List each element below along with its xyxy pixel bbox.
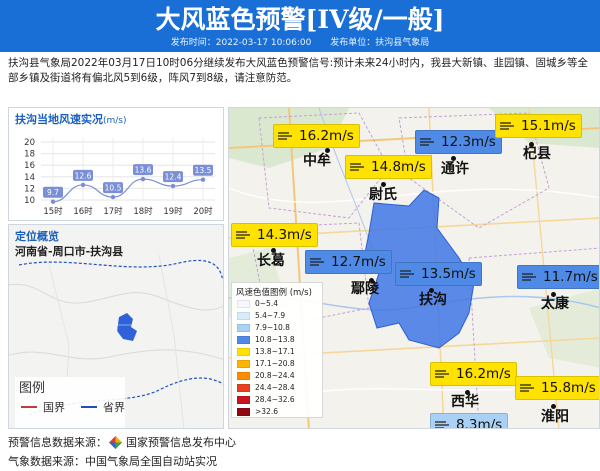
wind-icon bbox=[236, 231, 250, 239]
x-tick-label: 16时 bbox=[73, 206, 93, 217]
y-tick-label: 12 bbox=[24, 184, 35, 194]
red-line-icon bbox=[21, 406, 37, 408]
wind-icon bbox=[400, 270, 414, 278]
wind-legend-item: 0~5.4 bbox=[237, 299, 278, 308]
locate-panel: 定位概览 河南省-周口市-扶沟县 图例 国界 省界 bbox=[8, 224, 224, 429]
wind-icon bbox=[520, 384, 534, 392]
warning-center-logo-icon bbox=[109, 435, 122, 449]
wind-badge-taikang[interactable]: 11.7m/s bbox=[517, 265, 599, 289]
weather-source-line: 气象数据来源：中国气象局全国自动站实况 bbox=[8, 455, 217, 468]
wind-point bbox=[80, 182, 86, 188]
wind-legend-title: 风速色值图例 (m/s) bbox=[236, 288, 312, 298]
wind-badge-xihua[interactable]: 16.2m/s bbox=[430, 362, 517, 386]
city-yanling: 鄢陵 bbox=[351, 281, 379, 297]
x-tick-label: 17时 bbox=[103, 206, 123, 217]
legend-item-border: 国界 bbox=[21, 399, 65, 415]
wind-badge-south[interactable]: 8.3m/s bbox=[430, 413, 509, 428]
wind-icon bbox=[500, 122, 514, 130]
wind-icon bbox=[435, 370, 449, 378]
wind-icon bbox=[420, 138, 434, 146]
wind-point bbox=[200, 177, 206, 182]
wind-point bbox=[50, 199, 56, 204]
wind-icon bbox=[350, 163, 364, 171]
city-zhongmou: 中牟 bbox=[303, 153, 331, 169]
legend-item-province: 省界 bbox=[81, 399, 125, 415]
x-tick-label: 18时 bbox=[133, 206, 153, 217]
overview-legend: 图例 国界 省界 bbox=[15, 377, 125, 428]
wind-legend-item: 20.8~24.4 bbox=[237, 371, 295, 380]
wind-speed-chart: 10 1214 1618 20 15时 16时 17时 18时 19时 20时 9.7 12.6 10.… bbox=[24, 138, 215, 217]
wind-badge-tongxu[interactable]: 12.3m/s bbox=[415, 130, 502, 154]
y-tick-label: 20 bbox=[24, 138, 35, 148]
wind-chart-panel: 扶沟当地风速实况(m/s) 10 12 14 16 18 20 15时 16时 17时 18时 19… bbox=[8, 107, 224, 221]
publisher: 发布单位：扶沟县气象局 bbox=[330, 38, 430, 48]
warning-header: 大风蓝色预警[IV级/一般] 发布时间：2022-03-17 10:06:00 … bbox=[0, 0, 600, 52]
wind-badge-zhongmou[interactable]: 16.2m/s bbox=[273, 124, 360, 148]
city-changge: 长葛 bbox=[257, 253, 285, 269]
wind-point bbox=[140, 176, 146, 182]
overview-legend-title: 图例 bbox=[19, 381, 46, 396]
wind-legend-item: >32.6 bbox=[237, 407, 278, 416]
wind-icon bbox=[278, 132, 292, 140]
wind-point bbox=[110, 194, 116, 200]
warning-source-line: 预警信息数据来源： 国家预警信息发布中心 bbox=[8, 435, 236, 449]
x-tick-label: 20时 bbox=[193, 206, 213, 217]
warning-title: 大风蓝色预警[IV级/一般] bbox=[155, 5, 445, 34]
wind-value-label: 13.5 bbox=[195, 166, 212, 175]
wind-legend-item: 10.8~13.8 bbox=[237, 335, 295, 344]
wind-badge-huaiyang[interactable]: 15.8m/s bbox=[515, 376, 599, 400]
wind-legend-item: 17.1~20.8 bbox=[237, 359, 295, 368]
city-fugou: 扶沟 bbox=[419, 292, 447, 308]
blue-line-icon bbox=[81, 406, 97, 408]
wind-legend-item: 24.4~28.4 bbox=[237, 383, 295, 392]
wind-legend-item: 7.9~10.8 bbox=[237, 323, 290, 332]
city-tongxu: 通许 bbox=[441, 161, 469, 177]
wind-badge-qixian[interactable]: 15.1m/s bbox=[495, 114, 582, 138]
wind-value-label: 9.7 bbox=[47, 188, 59, 197]
city-taikang: 太康 bbox=[541, 296, 569, 312]
wind-value-label: 10.5 bbox=[105, 184, 122, 193]
wind-badge-changge[interactable]: 14.3m/s bbox=[231, 223, 318, 247]
city-xihua: 西华 bbox=[451, 394, 479, 410]
wind-legend-item: 28.4~32.6 bbox=[237, 395, 295, 404]
wind-legend-item: 5.4~7.9 bbox=[237, 311, 285, 320]
publish-time: 发布时间：2022-03-17 10:06:00 bbox=[170, 38, 312, 48]
city-qixian: 杞县 bbox=[523, 146, 551, 162]
y-tick-label: 18 bbox=[24, 150, 35, 160]
city-weishi: 尉氏 bbox=[369, 187, 397, 203]
locate-title: 定位概览 bbox=[15, 230, 59, 243]
warning-source: 国家预警信息发布中心 bbox=[126, 436, 236, 449]
wind-series-line bbox=[52, 178, 204, 203]
wind-badge-fugou[interactable]: 13.5m/s bbox=[395, 262, 482, 286]
y-tick-label: 10 bbox=[24, 196, 35, 206]
wind-color-legend: 风速色值图例 (m/s) 0~5.4 5.4~7.9 7.9~10.8 10.8… bbox=[231, 282, 323, 418]
warning-description: 扶沟县气象局2022年03月17日10时06分继续发布大风蓝色预警信号:预计未来… bbox=[8, 57, 589, 84]
x-tick-label: 19时 bbox=[163, 206, 183, 217]
city-huaiyang: 淮阳 bbox=[541, 409, 569, 425]
x-tick-label: 15时 bbox=[43, 206, 63, 217]
wind-icon bbox=[522, 273, 536, 281]
wind-icon bbox=[435, 421, 449, 428]
locate-location: 河南省-周口市-扶沟县 bbox=[15, 245, 124, 258]
wind-badge-weishi[interactable]: 14.8m/s bbox=[345, 155, 432, 179]
wind-legend-item: 13.8~17.1 bbox=[237, 347, 295, 356]
wind-point bbox=[170, 183, 176, 189]
warning-meta: 发布时间：2022-03-17 10:06:00 发布单位：扶沟县气象局 bbox=[0, 37, 600, 49]
y-tick-label: 16 bbox=[24, 161, 35, 171]
wind-badge-yanling[interactable]: 12.7m/s bbox=[305, 250, 392, 274]
y-tick-label: 14 bbox=[24, 173, 35, 183]
wind-value-label: 12.4 bbox=[165, 173, 182, 182]
wind-icon bbox=[310, 258, 324, 266]
wind-value-label: 13.6 bbox=[135, 166, 152, 175]
wind-value-label: 12.6 bbox=[75, 171, 92, 180]
